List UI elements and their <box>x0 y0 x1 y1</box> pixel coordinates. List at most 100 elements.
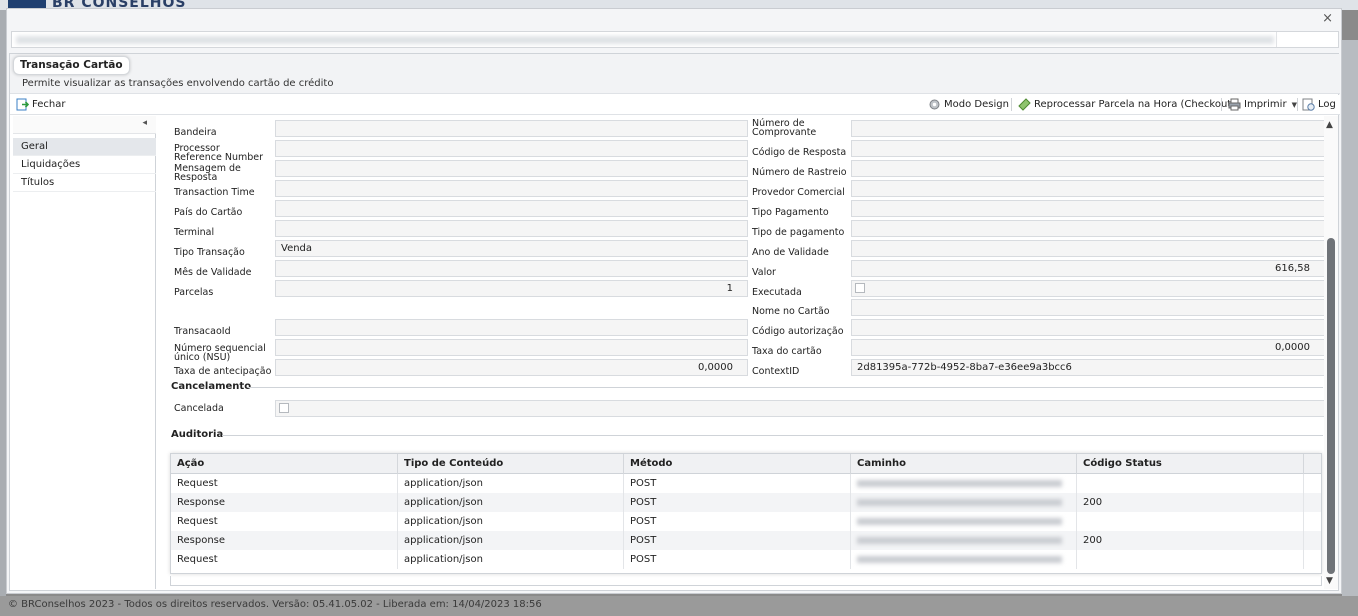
scroll-down-icon[interactable]: ▼ <box>1326 576 1333 586</box>
field-cancelada <box>275 400 1324 417</box>
label-nome-cartao: Nome no Cartão <box>752 306 830 317</box>
cell-acao: Request <box>171 512 398 531</box>
toolbar: Fechar Modo Design Reprocessar Parcela n… <box>10 95 1340 115</box>
executada-checkbox[interactable] <box>855 283 865 293</box>
section-auditoria-title: Auditoria <box>171 429 224 440</box>
label-pais-cartao: País do Cartão <box>174 207 243 218</box>
cancelada-checkbox[interactable] <box>279 403 289 413</box>
field-transaction-time[interactable] <box>275 180 748 197</box>
field-codigo-autorizacao[interactable] <box>851 319 1324 336</box>
label-processor-reference: Processor Reference Number <box>174 143 264 163</box>
log-label: Log <box>1318 99 1336 110</box>
sidebar: ◂ Geral Liquidações Títulos <box>13 116 156 589</box>
table-row[interactable]: Response application/json POST 200 <box>171 493 1321 512</box>
design-mode-button[interactable]: Modo Design <box>928 97 1009 112</box>
cell-metodo: POST <box>624 493 851 512</box>
column-header-codigo-status[interactable]: Código Status <box>1077 454 1304 474</box>
log-icon <box>1302 98 1315 111</box>
field-mensagem-resposta[interactable] <box>275 160 748 177</box>
background-right <box>1342 40 1358 596</box>
field-taxa-antecipacao[interactable]: 0,0000 <box>275 359 748 376</box>
label-transacao-id: TransacaoId <box>174 326 231 337</box>
label-tipo-transacao: Tipo Transação <box>174 247 245 258</box>
label-parcelas: Parcelas <box>174 287 214 298</box>
field-executada <box>851 280 1324 297</box>
field-context-id[interactable]: 2d81395a-772b-4952-8ba7-e36ee9a3bcc6 <box>851 359 1324 376</box>
label-codigo-resposta: Código de Resposta <box>752 147 847 158</box>
field-numero-rastreio[interactable] <box>851 160 1324 177</box>
cell-caminho <box>851 493 1077 512</box>
label-transaction-time: Transaction Time <box>174 187 255 198</box>
field-taxa-cartao[interactable]: 0,0000 <box>851 339 1324 356</box>
label-nsu: Número sequencial único (NSU) <box>174 343 266 363</box>
label-valor: Valor <box>752 267 776 278</box>
sidebar-item-geral[interactable]: Geral <box>13 138 156 156</box>
field-processor-reference[interactable] <box>275 140 748 157</box>
sidebar-collapse: ◂ <box>13 116 156 134</box>
field-nome-cartao[interactable] <box>851 299 1324 316</box>
sidebar-item-titulos[interactable]: Títulos <box>13 174 156 192</box>
field-transacao-id[interactable] <box>275 319 748 336</box>
field-tipo-transacao[interactable]: Venda <box>275 240 748 257</box>
cell-metodo: POST <box>624 512 851 531</box>
table-row[interactable]: Request application/json POST <box>171 512 1321 531</box>
section-divider <box>248 387 1323 388</box>
cell-status: 200 <box>1077 531 1304 550</box>
field-provedor-comercial[interactable] <box>851 180 1324 197</box>
cell-acao: Request <box>171 474 398 493</box>
cell-caminho <box>851 531 1077 550</box>
close-icon[interactable]: × <box>1322 12 1333 26</box>
url-bar <box>11 31 1339 48</box>
collapse-icon[interactable]: ◂ <box>142 118 147 128</box>
label-cancelada: Cancelada <box>174 403 224 414</box>
close-form-button[interactable]: Fechar <box>16 97 65 112</box>
label-taxa-antecipacao: Taxa de antecipação <box>174 366 272 377</box>
label-provedor-comercial: Provedor Comercial <box>752 187 845 198</box>
cell-status: 200 <box>1077 493 1304 512</box>
label-numero-comprovante: Número de Comprovante <box>752 118 817 138</box>
field-mes-validade[interactable] <box>275 260 748 277</box>
label-codigo-autorizacao: Código autorização <box>752 326 844 337</box>
column-header-caminho[interactable]: Caminho <box>851 454 1077 474</box>
label-mes-validade: Mês de Validade <box>174 267 252 278</box>
printer-icon <box>1228 98 1241 111</box>
column-header-metodo[interactable]: Método <box>624 454 851 474</box>
field-tipo-de-pagamento[interactable] <box>851 220 1324 237</box>
cell-acao: Response <box>171 493 398 512</box>
reprocess-label: Reprocessar Parcela na Hora (Checkout) <box>1034 99 1236 110</box>
field-terminal[interactable] <box>275 220 748 237</box>
print-button[interactable]: Imprimir ▼ <box>1228 97 1297 112</box>
table-row[interactable]: Request application/json POST <box>171 474 1321 493</box>
field-parcelas[interactable]: 1 <box>275 280 748 297</box>
field-numero-comprovante[interactable] <box>851 120 1324 137</box>
field-pais-cartao[interactable] <box>275 200 748 217</box>
logo-mark <box>8 0 46 8</box>
label-mensagem-resposta: Mensagem de Resposta <box>174 163 241 183</box>
cell-metodo: POST <box>624 550 851 569</box>
reprocess-button[interactable]: Reprocessar Parcela na Hora (Checkout) <box>1018 97 1235 112</box>
log-button[interactable]: Log <box>1302 97 1336 112</box>
scroll-up-icon[interactable]: ▲ <box>1326 120 1333 130</box>
section-divider <box>222 435 1323 436</box>
field-valor[interactable]: 616,58 <box>851 260 1324 277</box>
column-header-tipo-conteudo[interactable]: Tipo de Conteúdo <box>398 454 624 474</box>
table-row[interactable]: Response application/json POST 200 <box>171 531 1321 550</box>
field-ano-validade[interactable] <box>851 240 1324 257</box>
grid-header: Ação Tipo de Conteúdo Método Caminho Cód… <box>171 454 1321 474</box>
sidebar-item-label: Liquidações <box>21 159 81 170</box>
redacted-path <box>857 518 1062 525</box>
cell-tipo: application/json <box>398 474 624 493</box>
field-bandeira[interactable] <box>275 120 748 137</box>
label-context-id: ContextID <box>752 366 800 377</box>
column-header-acao[interactable]: Ação <box>171 454 398 474</box>
vertical-scrollbar[interactable]: ▲ ▼ <box>1324 116 1338 589</box>
field-tipo-pagamento[interactable] <box>851 200 1324 217</box>
table-row[interactable]: Request application/json POST <box>171 550 1321 569</box>
sidebar-item-liquidacoes[interactable]: Liquidações <box>13 156 156 174</box>
page-frame: Transação Cartão Permite visualizar as t… <box>9 53 1340 591</box>
sidebar-item-label: Geral <box>21 141 48 152</box>
field-codigo-resposta[interactable] <box>851 140 1324 157</box>
redacted-path <box>857 556 1062 563</box>
scroll-thumb[interactable] <box>1327 238 1335 574</box>
field-nsu[interactable] <box>275 339 748 356</box>
